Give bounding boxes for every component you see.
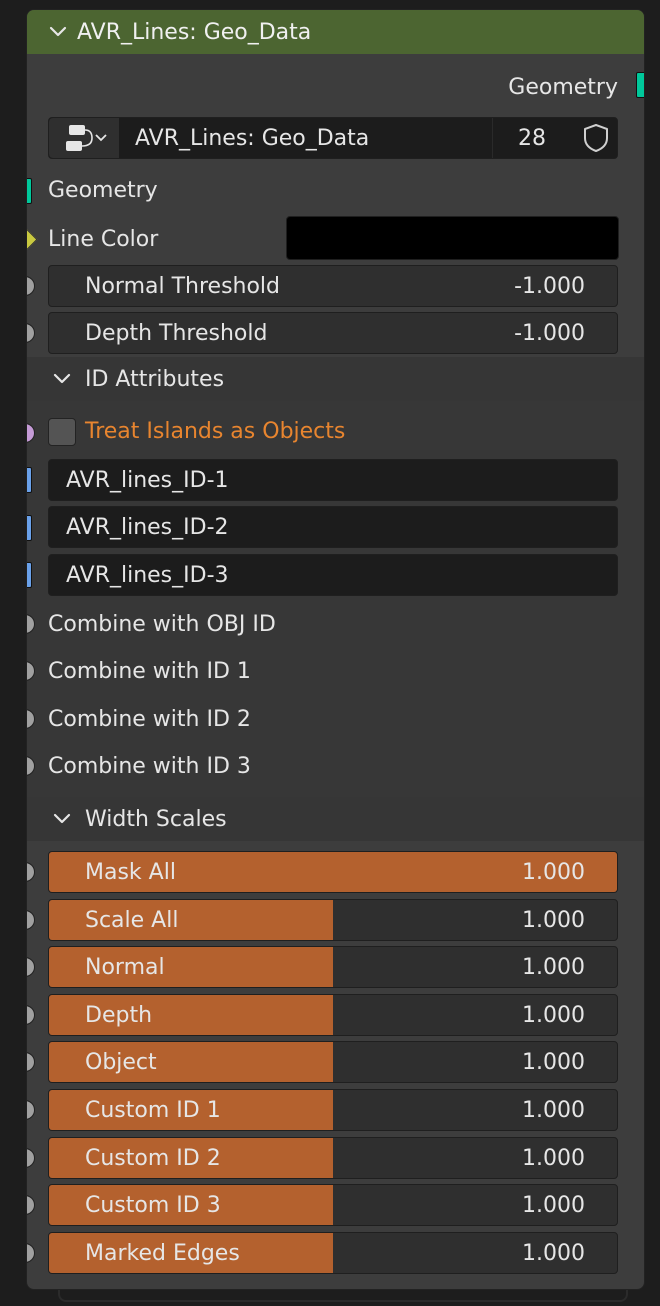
selector-divider: [492, 118, 493, 158]
chevron-down-icon: [53, 373, 71, 384]
id-1-socket[interactable]: [27, 467, 32, 493]
normal-slider[interactable]: Normal 1.000: [48, 946, 618, 988]
output-geometry-label: Geometry: [508, 74, 618, 100]
node-tree-icon: [66, 125, 107, 151]
normal-threshold-label: Normal Threshold: [85, 273, 281, 299]
combine-obj-id-label: Combine with OBJ ID: [48, 611, 276, 637]
normal-socket[interactable]: [27, 957, 35, 977]
treat-islands-checkbox[interactable]: [48, 418, 76, 446]
node-group-selector[interactable]: AVR_Lines: Geo_Data 28: [48, 117, 618, 159]
custom-id-2-slider[interactable]: Custom ID 2 1.000: [48, 1137, 618, 1179]
depth-value: 1.000: [522, 1002, 585, 1028]
id-3-value: AVR_lines_ID-3: [66, 562, 229, 588]
combine-id-2-label: Combine with ID 2: [48, 706, 251, 732]
custom-id-1-slider[interactable]: Custom ID 1 1.000: [48, 1089, 618, 1131]
object-value: 1.000: [522, 1049, 585, 1075]
id-2-socket[interactable]: [27, 515, 32, 541]
mask-all-slider[interactable]: Mask All 1.000: [48, 851, 618, 893]
output-geometry-socket[interactable]: [636, 72, 644, 98]
node-title: AVR_Lines: Geo_Data: [77, 19, 312, 45]
treat-islands-label[interactable]: Treat Islands as Objects: [85, 419, 345, 444]
scale-all-socket[interactable]: [27, 910, 35, 930]
id-attributes-title: ID Attributes: [85, 366, 225, 392]
node-tree-browse-button[interactable]: [49, 118, 119, 158]
combine-id-1-label: Combine with ID 1: [48, 658, 251, 684]
id-1-value: AVR_lines_ID-1: [66, 467, 229, 493]
custom-id-2-value: 1.000: [522, 1145, 585, 1171]
normal-threshold-value: -1.000: [514, 273, 585, 299]
custom-id-3-value: 1.000: [522, 1192, 585, 1218]
combine-id-2-row: Combine with ID 2: [27, 700, 644, 738]
node-header[interactable]: AVR_Lines: Geo_Data: [27, 10, 644, 54]
shield-icon: [584, 124, 608, 152]
mask-all-value: 1.000: [522, 859, 585, 885]
scale-all-value: 1.000: [522, 907, 585, 933]
custom-id-1-label: Custom ID 1: [85, 1097, 221, 1123]
id-2-field[interactable]: AVR_lines_ID-2: [48, 506, 618, 548]
depth-label: Depth: [85, 1002, 153, 1028]
input-geometry-row: Geometry: [27, 171, 644, 209]
mask-all-label: Mask All: [85, 859, 176, 885]
scale-all-label: Scale All: [85, 907, 179, 933]
object-label: Object: [85, 1049, 157, 1075]
custom-id-2-label: Custom ID 2: [85, 1145, 221, 1171]
user-count: 28: [518, 126, 546, 151]
fake-user-button[interactable]: [575, 118, 617, 158]
depth-threshold-value: -1.000: [514, 320, 585, 346]
custom-id-3-socket[interactable]: [27, 1195, 35, 1215]
id-3-field[interactable]: AVR_lines_ID-3: [48, 554, 618, 596]
marked-edges-label: Marked Edges: [85, 1240, 240, 1266]
node-group-avr-lines[interactable]: AVR_Lines: Geo_Data Geometry AVR_Lines: …: [26, 9, 645, 1290]
mask-all-socket[interactable]: [27, 862, 35, 882]
depth-threshold-label: Depth Threshold: [85, 320, 268, 346]
line-color-label: Line Color: [48, 226, 159, 252]
input-geometry-label: Geometry: [48, 177, 158, 203]
normal-threshold-socket[interactable]: [27, 276, 35, 296]
depth-socket[interactable]: [27, 1005, 35, 1025]
combine-id-3-row: Combine with ID 3: [27, 747, 644, 785]
custom-id-1-socket[interactable]: [27, 1100, 35, 1120]
normal-value: 1.000: [522, 954, 585, 980]
id-1-field[interactable]: AVR_lines_ID-1: [48, 459, 618, 501]
combine-id-1-row: Combine with ID 1: [27, 652, 644, 690]
width-scales-title: Width Scales: [85, 806, 227, 832]
depth-threshold-socket[interactable]: [27, 323, 35, 343]
combine-obj-id-row: Combine with OBJ ID: [27, 605, 644, 643]
node-group-name[interactable]: AVR_Lines: Geo_Data: [135, 126, 369, 151]
object-slider[interactable]: Object 1.000: [48, 1041, 618, 1083]
line-color-swatch[interactable]: [286, 216, 619, 260]
depth-slider[interactable]: Depth 1.000: [48, 994, 618, 1036]
chevron-down-icon: [53, 813, 71, 824]
id-2-value: AVR_lines_ID-2: [66, 514, 229, 540]
width-scales-header[interactable]: Width Scales: [27, 797, 644, 841]
id-attributes-header[interactable]: ID Attributes: [27, 357, 644, 401]
id-3-socket[interactable]: [27, 562, 32, 588]
marked-edges-socket[interactable]: [27, 1243, 35, 1263]
object-socket[interactable]: [27, 1052, 35, 1072]
custom-id-1-value: 1.000: [522, 1097, 585, 1123]
output-geometry-row: Geometry: [27, 68, 644, 106]
depth-threshold-field[interactable]: Depth Threshold -1.000: [48, 312, 618, 354]
marked-edges-slider[interactable]: Marked Edges 1.000: [48, 1232, 618, 1274]
combine-id-3-label: Combine with ID 3: [48, 753, 251, 779]
marked-edges-value: 1.000: [522, 1240, 585, 1266]
custom-id-3-slider[interactable]: Custom ID 3 1.000: [48, 1184, 618, 1226]
custom-id-3-label: Custom ID 3: [85, 1192, 221, 1218]
normal-threshold-field[interactable]: Normal Threshold -1.000: [48, 265, 618, 307]
chevron-down-icon[interactable]: [49, 26, 67, 38]
normal-label: Normal: [85, 954, 165, 980]
custom-id-2-socket[interactable]: [27, 1148, 35, 1168]
scale-all-slider[interactable]: Scale All 1.000: [48, 899, 618, 941]
